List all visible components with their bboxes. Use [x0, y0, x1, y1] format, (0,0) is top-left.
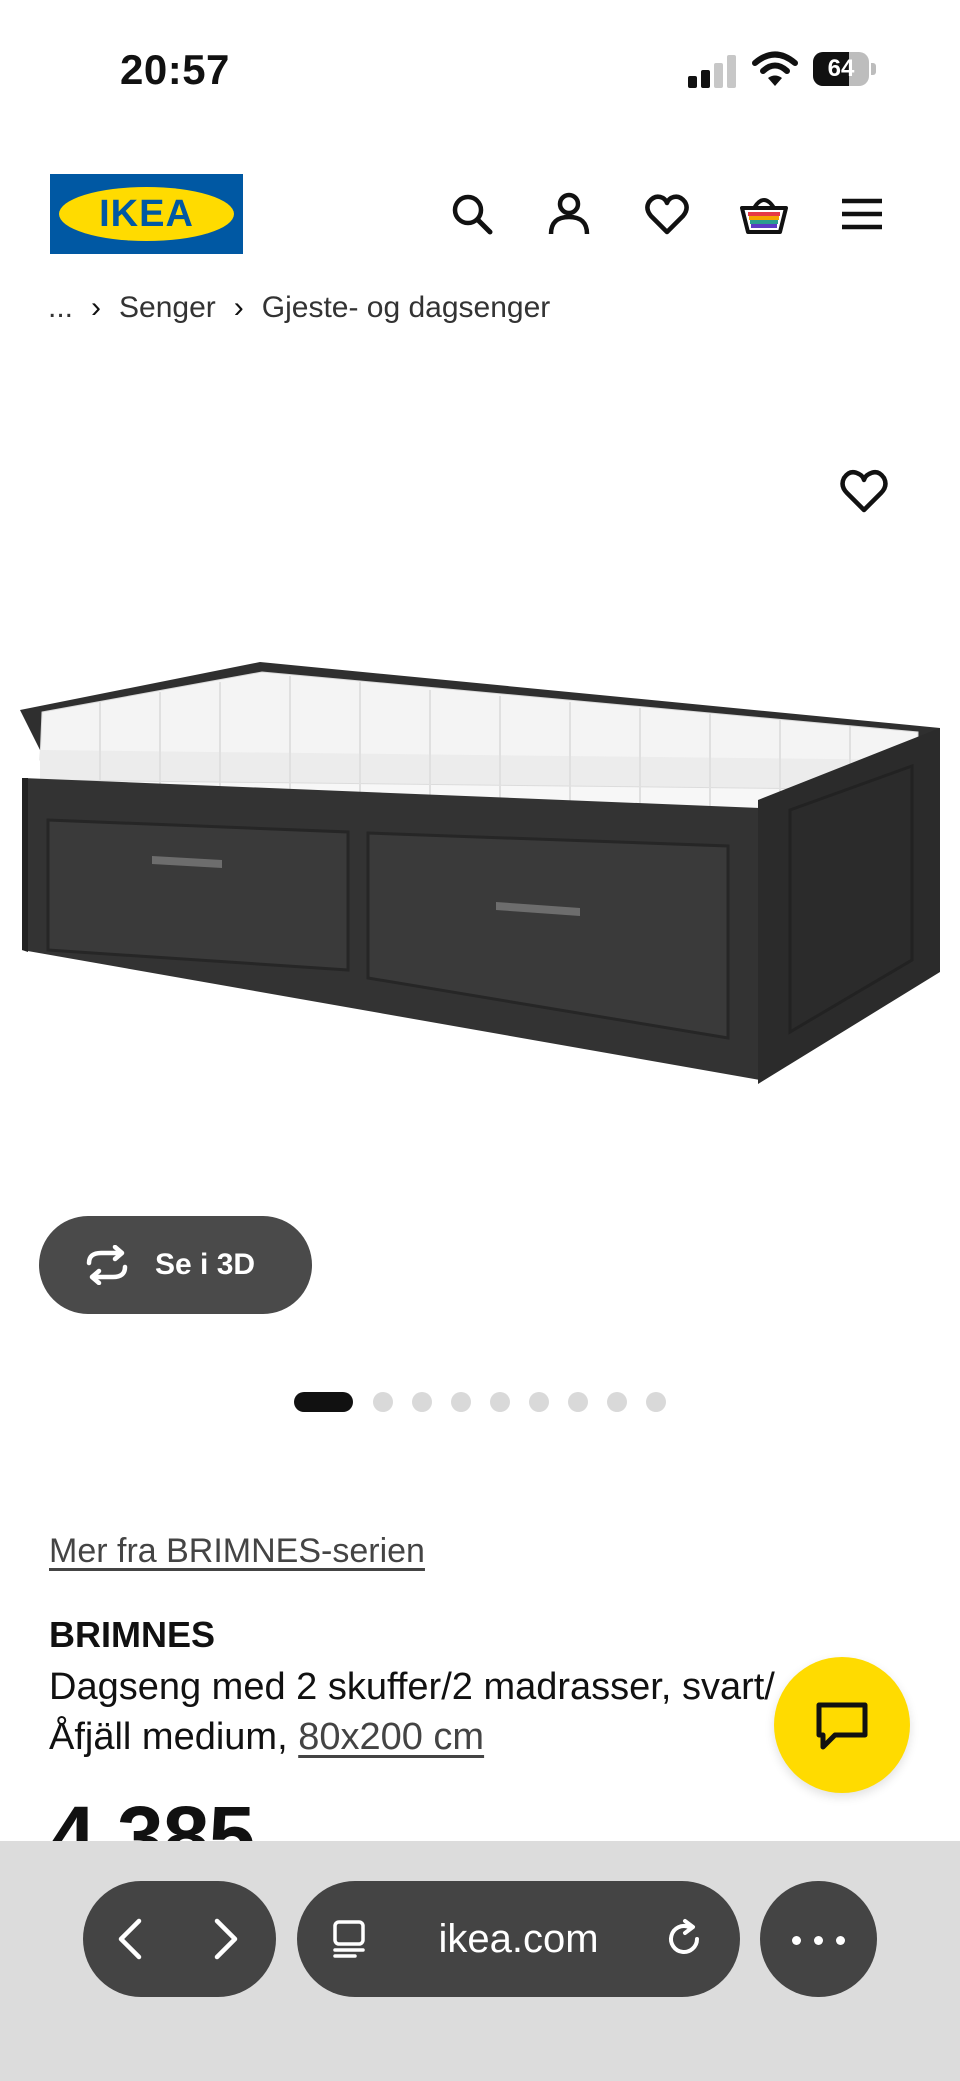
pagination-dot-active[interactable] — [294, 1392, 353, 1412]
status-bar: 20:57 64 — [0, 0, 960, 140]
address-bar[interactable]: ikea.com — [297, 1881, 740, 1997]
status-time: 20:57 — [120, 46, 230, 93]
battery-icon: 64 — [813, 52, 877, 86]
series-link[interactable]: Mer fra BRIMNES-serien — [49, 1532, 425, 1571]
chat-bubble-icon — [816, 1702, 868, 1750]
menu-icon[interactable] — [838, 190, 886, 238]
breadcrumb: ... › Senger › Gjeste- og dagsenger — [48, 288, 550, 328]
pagination-dot[interactable] — [451, 1392, 471, 1412]
navigation-buttons — [83, 1881, 276, 1997]
see-in-3d-label: Se i 3D — [155, 1248, 256, 1281]
pagination-dot[interactable] — [607, 1392, 627, 1412]
pagination-dot[interactable] — [568, 1392, 588, 1412]
pagination-dot[interactable] — [373, 1392, 393, 1412]
more-options-button[interactable] — [760, 1881, 877, 1997]
add-to-favourites-button[interactable] — [838, 466, 890, 514]
product-description: Dagseng med 2 skuffer/2 madrasser, svart… — [49, 1662, 879, 1762]
chat-button[interactable] — [774, 1657, 910, 1793]
site-header: IKEA — [0, 150, 960, 280]
ikea-logo[interactable]: IKEA — [50, 174, 243, 254]
chevron-right-icon — [214, 1918, 238, 1960]
search-icon[interactable] — [448, 190, 496, 238]
product-description-line2: Åfjäll medium, — [49, 1716, 288, 1758]
heart-icon[interactable] — [643, 190, 691, 238]
product-image[interactable] — [0, 640, 960, 1100]
pagination-dot[interactable] — [529, 1392, 549, 1412]
product-name: BRIMNES — [49, 1614, 216, 1655]
reload-icon[interactable] — [663, 1917, 707, 1961]
browser-toolbar: ikea.com — [0, 1841, 960, 2081]
more-dot-icon — [792, 1936, 801, 1945]
more-dot-icon — [836, 1936, 845, 1945]
back-button[interactable] — [83, 1881, 179, 1997]
account-icon[interactable] — [545, 190, 593, 238]
battery-percentage: 64 — [827, 55, 855, 82]
cellular-signal-icon — [688, 54, 738, 88]
chevron-right-icon: › — [233, 291, 244, 324]
chevron-right-icon: › — [91, 291, 102, 324]
pagination-dot[interactable] — [412, 1392, 432, 1412]
size-link[interactable]: 80x200 cm — [298, 1716, 484, 1758]
see-in-3d-button[interactable]: Se i 3D — [39, 1216, 312, 1314]
breadcrumb-item-gjeste-og-dagsenger[interactable]: Gjeste- og dagsenger — [262, 291, 551, 325]
rotate-3d-icon — [86, 1245, 128, 1285]
chevron-left-icon — [118, 1918, 142, 1960]
shopping-bag-icon[interactable] — [740, 190, 788, 238]
pagination-dot[interactable] — [490, 1392, 510, 1412]
forward-button[interactable] — [179, 1881, 275, 1997]
wifi-icon — [752, 50, 798, 88]
breadcrumb-ellipsis[interactable]: ... — [48, 291, 73, 325]
product-description-line1: Dagseng med 2 skuffer/2 madrasser, svart… — [49, 1666, 775, 1708]
pagination-dot[interactable] — [646, 1392, 666, 1412]
more-dot-icon — [814, 1936, 823, 1945]
image-pagination — [294, 1391, 685, 1413]
breadcrumb-item-senger[interactable]: Senger — [119, 291, 216, 325]
logo-text: IKEA — [99, 193, 194, 235]
